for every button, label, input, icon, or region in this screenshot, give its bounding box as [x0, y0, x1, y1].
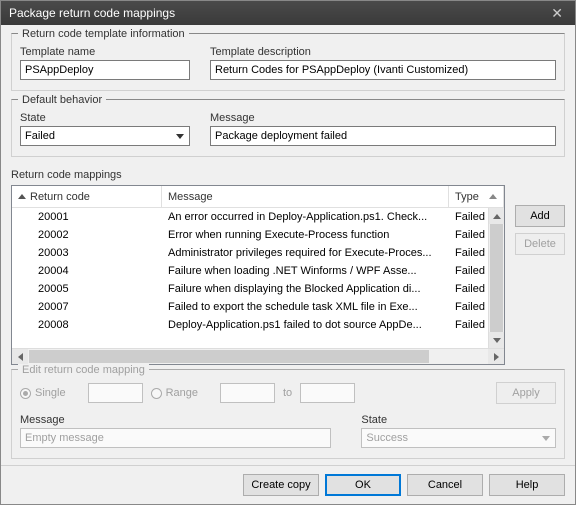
- state-select-value: Failed: [25, 130, 55, 142]
- ok-button[interactable]: OK: [325, 474, 401, 496]
- table-row[interactable]: 20004Failure when loading .NET Winforms …: [12, 262, 504, 280]
- table-row[interactable]: 20005Failure when displaying the Blocked…: [12, 280, 504, 298]
- cell-message: Administrator privileges required for Ex…: [162, 246, 449, 260]
- group-default-behavior-legend: Default behavior: [18, 94, 106, 106]
- cancel-button[interactable]: Cancel: [407, 474, 483, 496]
- cell-message: Deploy-Application.ps1 failed to dot sou…: [162, 318, 449, 332]
- mappings-legend: Return code mappings: [11, 169, 565, 181]
- table-row[interactable]: 20003Administrator privileges required f…: [12, 244, 504, 262]
- add-button[interactable]: Add: [515, 205, 565, 227]
- apply-button: Apply: [496, 382, 556, 404]
- cell-code: 20003: [12, 246, 162, 260]
- state-select[interactable]: Failed: [20, 126, 190, 146]
- scroll-down-icon[interactable]: [489, 332, 504, 348]
- scroll-up-icon[interactable]: [489, 208, 504, 224]
- group-return-code-mappings: Return code mappings Return code Message…: [11, 165, 565, 365]
- group-default-behavior: Default behavior State Failed Message: [11, 99, 565, 157]
- edit-state-label: State: [361, 414, 556, 426]
- group-template-info: Return code template information Templat…: [11, 33, 565, 91]
- dialog-body: Return code template information Templat…: [1, 25, 575, 465]
- template-desc-label: Template description: [210, 46, 556, 58]
- mappings-table[interactable]: Return code Message Type 20001An error o…: [11, 185, 505, 365]
- dialog-title: Package return code mappings: [9, 6, 175, 20]
- delete-button: Delete: [515, 233, 565, 255]
- create-copy-button[interactable]: Create copy: [243, 474, 319, 496]
- range-to-input: [300, 383, 355, 403]
- radio-icon: [20, 388, 31, 399]
- range-to-label: to: [283, 387, 292, 399]
- col-return-code[interactable]: Return code: [12, 186, 162, 207]
- edit-message-input: [20, 428, 331, 448]
- edit-state-select: Success: [361, 428, 556, 448]
- range-from-input: [220, 383, 275, 403]
- help-button[interactable]: Help: [489, 474, 565, 496]
- cell-message: Failure when displaying the Blocked Appl…: [162, 282, 449, 296]
- scroll-thumb[interactable]: [490, 224, 503, 334]
- cell-code: 20007: [12, 300, 162, 314]
- scroll-left-icon[interactable]: [12, 349, 28, 364]
- message-label: Message: [210, 112, 556, 124]
- edit-state-value: Success: [366, 432, 408, 444]
- dialog-package-return-codes: Package return code mappings ✕ Return co…: [0, 0, 576, 505]
- col-message[interactable]: Message: [162, 186, 449, 207]
- template-name-input[interactable]: [20, 60, 190, 80]
- radio-single: Single: [20, 387, 66, 399]
- cell-code: 20008: [12, 318, 162, 332]
- radio-range: Range: [151, 387, 198, 399]
- group-template-info-legend: Return code template information: [18, 28, 189, 40]
- template-name-label: Template name: [20, 46, 190, 58]
- cell-code: 20002: [12, 228, 162, 242]
- table-row[interactable]: 20007Failed to export the schedule task …: [12, 298, 504, 316]
- scroll-right-icon[interactable]: [488, 349, 504, 364]
- table-row[interactable]: 20008Deploy-Application.ps1 failed to do…: [12, 316, 504, 334]
- state-label: State: [20, 112, 190, 124]
- cell-message: Failure when loading .NET Winforms / WPF…: [162, 264, 449, 278]
- titlebar: Package return code mappings ✕: [1, 1, 575, 25]
- cell-message: An error occurred in Deploy-Application.…: [162, 210, 449, 224]
- cell-code: 20005: [12, 282, 162, 296]
- table-row[interactable]: 20002Error when running Execute-Process …: [12, 226, 504, 244]
- vertical-scrollbar[interactable]: [488, 208, 504, 348]
- mappings-side-buttons: Add Delete: [515, 185, 565, 365]
- edit-message-label: Message: [20, 414, 331, 426]
- table-header: Return code Message Type: [12, 186, 504, 208]
- table-row[interactable]: 20001An error occurred in Deploy-Applica…: [12, 208, 504, 226]
- cell-message: Failed to export the schedule task XML f…: [162, 300, 449, 314]
- group-edit-mapping: Edit return code mapping Single Range to…: [11, 369, 565, 459]
- cell-code: 20001: [12, 210, 162, 224]
- edit-legend: Edit return code mapping: [18, 364, 149, 376]
- horizontal-scrollbar[interactable]: [12, 348, 504, 364]
- cell-message: Error when running Execute-Process funct…: [162, 228, 449, 242]
- radio-icon: [151, 388, 162, 399]
- hscroll-thumb[interactable]: [29, 350, 429, 363]
- single-value-input: [88, 383, 143, 403]
- template-desc-input[interactable]: [210, 60, 556, 80]
- col-type[interactable]: Type: [449, 186, 504, 207]
- close-icon[interactable]: ✕: [547, 5, 567, 22]
- dialog-footer: Create copy OK Cancel Help: [1, 465, 575, 504]
- cell-code: 20004: [12, 264, 162, 278]
- default-message-input[interactable]: [210, 126, 556, 146]
- table-body: 20001An error occurred in Deploy-Applica…: [12, 208, 504, 348]
